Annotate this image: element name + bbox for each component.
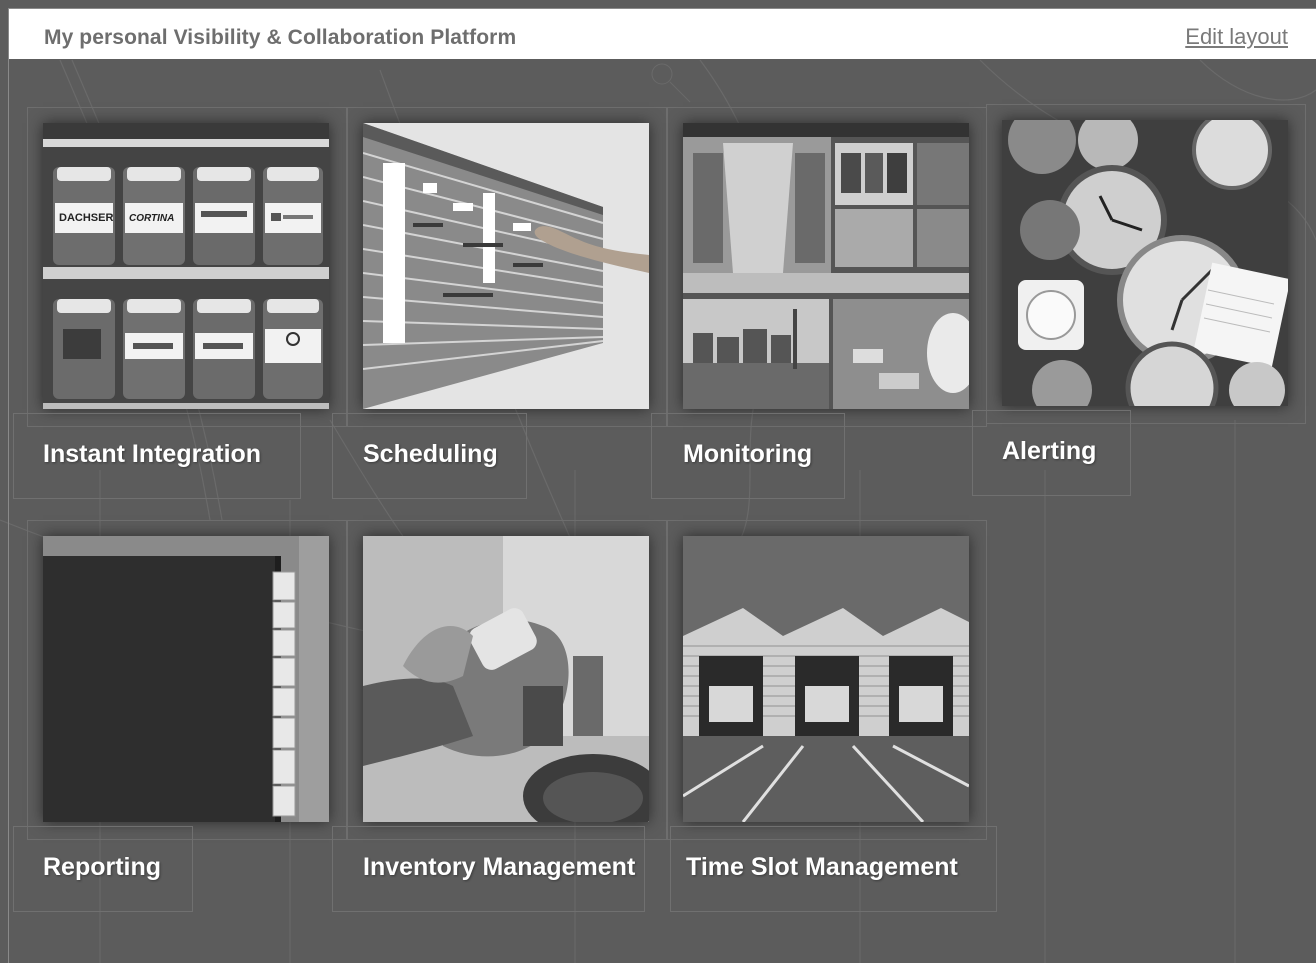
tile-label: Instant Integration — [43, 440, 262, 468]
planning-board-image — [363, 123, 649, 409]
tile-label: Inventory Management — [363, 853, 636, 881]
warehouse-and-port-collage-image — [683, 123, 969, 409]
tile-inventory-management[interactable]: Inventory Management — [332, 520, 667, 920]
tile-monitoring[interactable]: Monitoring — [651, 107, 987, 507]
alarm-clocks-image — [1002, 120, 1288, 406]
jars-on-shelves-image: DACHSER CORTINA — [43, 123, 329, 409]
hand-scanner-forklift-image — [363, 536, 649, 822]
tile-scheduling[interactable]: Scheduling — [332, 107, 667, 507]
tile-label: Time Slot Management — [686, 853, 958, 881]
header-bar: My personal Visibility & Collaboration P… — [9, 9, 1316, 59]
tile-instant-integration[interactable]: DACHSER CORTINA Instant Integration — [13, 107, 347, 507]
jar-label-1: DACHSER — [59, 212, 113, 224]
page-title: My personal Visibility & Collaboration P… — [44, 26, 517, 49]
tile-label: Alerting — [1002, 437, 1097, 465]
tile-label: Scheduling — [363, 440, 498, 468]
file-folder-tabs-image — [43, 536, 329, 822]
tile-time-slot-management[interactable]: Time Slot Management — [667, 520, 997, 920]
jar-label-2: CORTINA — [129, 213, 174, 224]
tile-reporting[interactable]: Reporting — [13, 520, 347, 920]
edit-layout-link[interactable]: Edit layout — [1185, 24, 1288, 50]
loading-docks-image — [683, 536, 969, 822]
tile-label: Monitoring — [683, 440, 813, 468]
tile-label: Reporting — [43, 853, 162, 881]
tile-alerting[interactable]: Alerting — [972, 104, 1306, 504]
